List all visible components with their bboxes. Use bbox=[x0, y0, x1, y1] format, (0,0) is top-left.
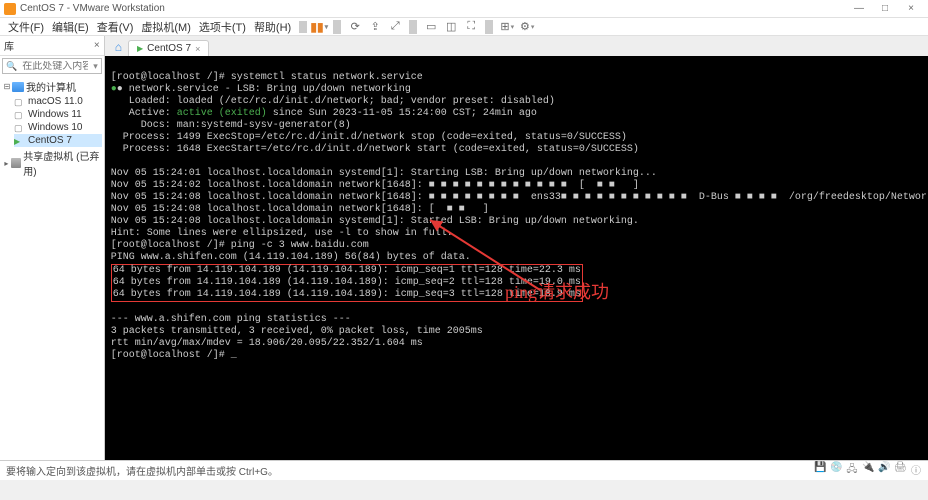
vm-running-icon bbox=[137, 43, 143, 54]
tree-root[interactable]: ⊟ 我的计算机 bbox=[2, 78, 102, 95]
vm-item-win10[interactable]: Windows 10 bbox=[14, 121, 102, 134]
shared-icon bbox=[11, 158, 22, 168]
sidebar-title: 库 bbox=[4, 38, 14, 53]
tree-root-label: 我的计算机 bbox=[26, 79, 76, 94]
vm-item-win11[interactable]: Windows 11 bbox=[14, 108, 102, 121]
vm-label: CentOS 7 bbox=[28, 135, 72, 146]
expand-icon[interactable]: ⊟ bbox=[2, 82, 12, 91]
main: 库 × 🔍 ▾ ⊟ 我的计算机 macOS 11.0 Windows 11 Wi… bbox=[0, 36, 928, 460]
search-icon[interactable]: 🔍 bbox=[3, 61, 20, 72]
menubar: 文件(F) 编辑(E) 查看(V) 虚拟机(M) 选项卡(T) 帮助(H) ▮▮… bbox=[0, 18, 928, 36]
vm-item-centos7[interactable]: CentOS 7 bbox=[14, 134, 102, 147]
menu-vm[interactable]: 虚拟机(M) bbox=[137, 19, 195, 35]
view-button[interactable]: ⊞ bbox=[499, 19, 515, 35]
menu-tabs[interactable]: 选项卡(T) bbox=[195, 19, 250, 35]
vm-tab[interactable]: CentOS 7 × bbox=[128, 40, 209, 56]
separator bbox=[299, 21, 307, 33]
cd-icon[interactable]: 💿 bbox=[830, 462, 842, 479]
status-icons: 💾 💿 🖧 🔌 🔊 🖨 ⓘ bbox=[814, 462, 922, 479]
vm-icon bbox=[14, 110, 26, 120]
search-input[interactable] bbox=[20, 61, 90, 72]
vm-tree: ⊟ 我的计算机 macOS 11.0 Windows 11 Windows 10… bbox=[0, 76, 104, 181]
disk-icon[interactable]: 💾 bbox=[814, 462, 826, 479]
layout1-button[interactable]: ▭ bbox=[423, 19, 439, 35]
pause-button[interactable]: ▮▮ bbox=[311, 19, 327, 35]
layout2-button[interactable]: ◫ bbox=[443, 19, 459, 35]
separator bbox=[485, 20, 493, 34]
statusbar: 要将输入定向到该虚拟机，请在虚拟机内部单击或按 Ctrl+G。 💾 💿 🖧 🔌 … bbox=[0, 460, 928, 480]
vm-icon bbox=[14, 97, 26, 107]
tools-button[interactable]: ⚙ bbox=[519, 19, 535, 35]
computer-icon bbox=[12, 82, 24, 92]
fullscreen-button[interactable]: ⛶ bbox=[463, 19, 479, 35]
terminal[interactable]: [root@localhost /]# systemctl status net… bbox=[105, 56, 928, 460]
separator bbox=[409, 20, 417, 34]
menu-edit[interactable]: 编辑(E) bbox=[48, 19, 93, 35]
maximize-button[interactable]: □ bbox=[872, 3, 898, 14]
capture-button[interactable]: ⤢ bbox=[387, 19, 403, 35]
expand-icon[interactable]: ▸ bbox=[2, 159, 11, 168]
usb-icon[interactable]: 🔌 bbox=[862, 462, 874, 479]
sidebar-search: 🔍 ▾ bbox=[2, 58, 102, 74]
sidebar: 库 × 🔍 ▾ ⊟ 我的计算机 macOS 11.0 Windows 11 Wi… bbox=[0, 36, 105, 460]
tree-shared[interactable]: ▸ 共享虚拟机 (已弃用) bbox=[2, 147, 102, 179]
menu-file[interactable]: 文件(F) bbox=[4, 19, 48, 35]
sidebar-header: 库 × bbox=[0, 36, 104, 56]
status-text: 要将输入定向到该虚拟机，请在虚拟机内部单击或按 Ctrl+G。 bbox=[6, 463, 278, 478]
vm-label: Windows 11 bbox=[28, 109, 82, 120]
sidebar-close-icon[interactable]: × bbox=[94, 40, 100, 51]
home-tab-icon[interactable]: ⌂ bbox=[109, 38, 128, 56]
send-button[interactable]: ⇪ bbox=[367, 19, 383, 35]
titlebar: CentOS 7 - VMware Workstation — □ × bbox=[0, 0, 928, 18]
info-icon[interactable]: ⓘ bbox=[910, 462, 922, 479]
vm-icon bbox=[14, 123, 26, 133]
vm-tab-label: CentOS 7 bbox=[147, 43, 191, 54]
search-dropdown-icon[interactable]: ▾ bbox=[90, 61, 101, 72]
printer-icon[interactable]: 🖨 bbox=[894, 462, 906, 479]
sound-icon[interactable]: 🔊 bbox=[878, 462, 890, 479]
vm-label: Windows 10 bbox=[28, 122, 82, 133]
minimize-button[interactable]: — bbox=[846, 3, 872, 14]
app-icon bbox=[4, 3, 16, 15]
menu-view[interactable]: 查看(V) bbox=[93, 19, 138, 35]
tabbar: ⌂ CentOS 7 × bbox=[105, 36, 928, 56]
content-area: ⌂ CentOS 7 × [root@localhost /]# systemc… bbox=[105, 36, 928, 460]
ping-result-box: 64 bytes from 14.119.104.189 (14.119.104… bbox=[111, 264, 583, 302]
vm-item-macos[interactable]: macOS 11.0 bbox=[14, 95, 102, 108]
snapshot-button[interactable]: ⟳ bbox=[347, 19, 363, 35]
tree-shared-label: 共享虚拟机 (已弃用) bbox=[23, 148, 101, 178]
menu-help[interactable]: 帮助(H) bbox=[250, 19, 295, 35]
tab-close-icon[interactable]: × bbox=[195, 44, 200, 54]
close-button[interactable]: × bbox=[898, 3, 924, 14]
net-icon[interactable]: 🖧 bbox=[846, 462, 858, 479]
vm-running-icon bbox=[14, 136, 26, 146]
separator bbox=[333, 20, 341, 34]
window-title: CentOS 7 - VMware Workstation bbox=[20, 3, 846, 14]
vm-label: macOS 11.0 bbox=[28, 96, 83, 107]
inline-toolbar: ▮▮ ⟳ ⇪ ⤢ ▭ ◫ ⛶ ⊞ ⚙ bbox=[311, 19, 535, 35]
